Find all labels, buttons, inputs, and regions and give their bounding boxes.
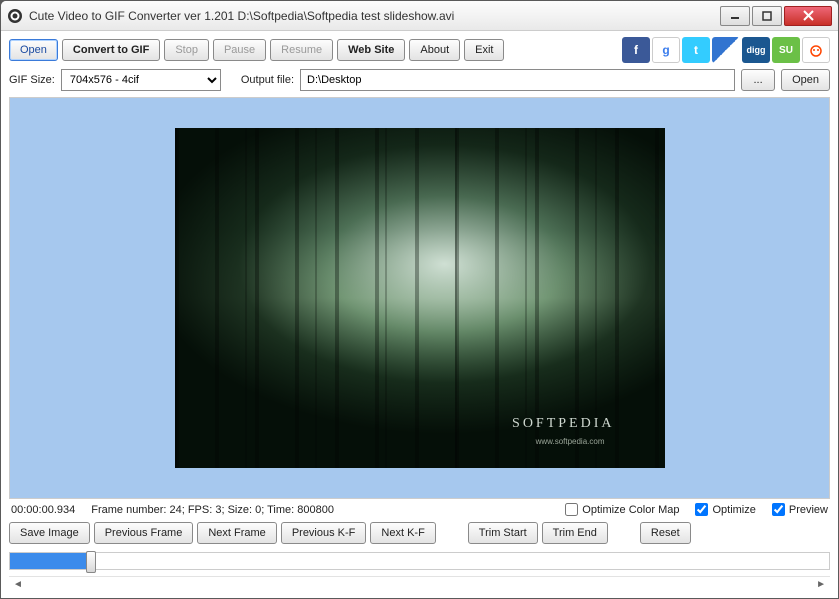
output-file-input[interactable]: [300, 69, 735, 91]
previous-frame-button[interactable]: Previous Frame: [94, 522, 194, 544]
social-icons: f g t digg SU: [622, 37, 830, 63]
twitter-icon[interactable]: t: [682, 37, 710, 63]
timeline-slider-area: [9, 550, 830, 576]
trim-end-button[interactable]: Trim End: [542, 522, 608, 544]
browse-button[interactable]: ...: [741, 69, 775, 91]
output-file-label: Output file:: [241, 74, 294, 86]
window-controls: [718, 6, 832, 26]
previous-keyframe-button[interactable]: Previous K-F: [281, 522, 367, 544]
timecode: 00:00:00.934: [11, 504, 75, 516]
settings-row: GIF Size: 704x576 - 4cif Output file: ..…: [9, 69, 830, 91]
google-icon[interactable]: g: [652, 37, 680, 63]
reset-button[interactable]: Reset: [640, 522, 691, 544]
preview-area: SOFTPEDIA www.softpedia.com: [9, 97, 830, 499]
horizontal-scrollbar[interactable]: ◄ ►: [9, 576, 830, 592]
reddit-icon[interactable]: [802, 37, 830, 63]
digg-icon[interactable]: digg: [742, 37, 770, 63]
open-button[interactable]: Open: [9, 39, 58, 61]
stumbleupon-icon[interactable]: SU: [772, 37, 800, 63]
content-area: Open Convert to GIF Stop Pause Resume We…: [1, 31, 838, 598]
stop-button[interactable]: Stop: [164, 39, 209, 61]
scroll-left-icon[interactable]: ◄: [13, 579, 23, 590]
convert-to-gif-button[interactable]: Convert to GIF: [62, 39, 160, 61]
delicious-icon[interactable]: [712, 37, 740, 63]
trim-start-button[interactable]: Trim Start: [468, 522, 538, 544]
titlebar[interactable]: Cute Video to GIF Converter ver 1.201 D:…: [1, 1, 838, 31]
preview-input[interactable]: [772, 503, 785, 516]
watermark-text: SOFTPEDIA: [512, 416, 614, 432]
save-image-button[interactable]: Save Image: [9, 522, 90, 544]
optimize-input[interactable]: [695, 503, 708, 516]
video-frame-preview: SOFTPEDIA www.softpedia.com: [175, 128, 665, 468]
slider-fill: [10, 553, 90, 569]
next-frame-button[interactable]: Next Frame: [197, 522, 276, 544]
timeline-slider[interactable]: [9, 552, 830, 570]
slider-thumb[interactable]: [86, 551, 96, 573]
exit-button[interactable]: Exit: [464, 39, 504, 61]
app-icon: [7, 8, 23, 24]
window-title: Cute Video to GIF Converter ver 1.201 D:…: [29, 9, 718, 23]
frame-info: Frame number: 24; FPS: 3; Size: 0; Time:…: [91, 504, 334, 516]
main-toolbar: Open Convert to GIF Stop Pause Resume We…: [9, 37, 830, 63]
watermark-url: www.softpedia.com: [536, 437, 605, 446]
optimize-checkbox[interactable]: Optimize: [695, 503, 755, 516]
gif-size-label: GIF Size:: [9, 74, 55, 86]
optimize-color-map-checkbox[interactable]: Optimize Color Map: [565, 503, 679, 516]
website-button[interactable]: Web Site: [337, 39, 405, 61]
app-window: Cute Video to GIF Converter ver 1.201 D:…: [0, 0, 839, 599]
resume-button[interactable]: Resume: [270, 39, 333, 61]
facebook-icon[interactable]: f: [622, 37, 650, 63]
scroll-right-icon[interactable]: ►: [816, 579, 826, 590]
close-button[interactable]: [784, 6, 832, 26]
next-keyframe-button[interactable]: Next K-F: [370, 522, 435, 544]
minimize-button[interactable]: [720, 6, 750, 26]
status-row: 00:00:00.934 Frame number: 24; FPS: 3; S…: [9, 499, 830, 520]
pause-button[interactable]: Pause: [213, 39, 266, 61]
open-output-button[interactable]: Open: [781, 69, 830, 91]
maximize-button[interactable]: [752, 6, 782, 26]
frame-controls-row: Save Image Previous Frame Next Frame Pre…: [9, 520, 830, 550]
optimize-color-map-input[interactable]: [565, 503, 578, 516]
about-button[interactable]: About: [409, 39, 460, 61]
preview-checkbox[interactable]: Preview: [772, 503, 828, 516]
gif-size-select[interactable]: 704x576 - 4cif: [61, 69, 221, 91]
